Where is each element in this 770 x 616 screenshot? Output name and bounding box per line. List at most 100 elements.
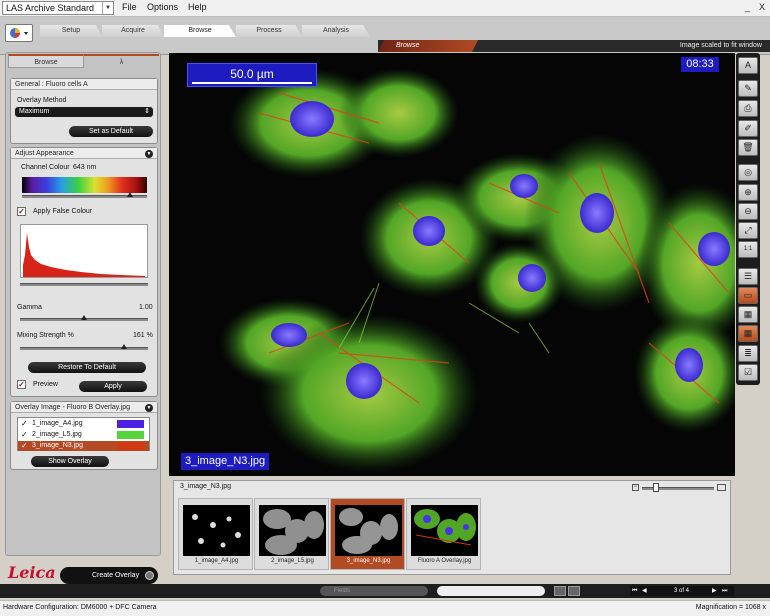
gamma-label: Gamma [17, 304, 42, 311]
create-overlay-button[interactable]: Create Overlay [60, 567, 158, 584]
thumbnail-image [183, 505, 250, 556]
mixing-slider-thumb[interactable] [120, 344, 127, 349]
tab-process[interactable]: Process [236, 25, 302, 37]
overlay-color-swatch[interactable] [117, 420, 144, 428]
close-button[interactable]: X [759, 2, 765, 12]
scale-bar-label: 50.0 µm [230, 67, 274, 81]
gamma-slider-thumb[interactable] [81, 315, 87, 320]
list-item-selected[interactable]: ✓ 3_image_N3.jpg [18, 441, 149, 451]
rename-icon[interactable]: ✐ [738, 120, 758, 137]
collapse-icon[interactable]: ▼ [145, 404, 153, 412]
histogram-range-slider[interactable] [20, 283, 148, 286]
chevron-down-icon: ▼ [102, 2, 113, 14]
adjust-appearance-group: Adjust Appearance ▼ Channel Colour 643 n… [10, 147, 158, 397]
timestamp: 08:33 [681, 57, 719, 72]
actual-size-icon[interactable]: 1:1 [738, 241, 758, 258]
fit-icon[interactable]: ◎ [738, 164, 758, 181]
thumbnail-size-thumb[interactable] [653, 483, 660, 492]
thumbnail-image [411, 505, 478, 556]
expand-icon[interactable]: ⤢ [738, 222, 758, 239]
mixing-slider[interactable] [20, 347, 148, 350]
print-icon[interactable]: ⎙ [738, 100, 758, 117]
report-icon[interactable]: ≣ [738, 345, 758, 362]
list-item[interactable]: ✓ 1_image_A4.jpg [18, 419, 149, 429]
thumbnail-label: 3_image_N3.jpg [346, 558, 391, 564]
hardware-config: Hardware Configuration: DM6000 + DFC Cam… [3, 604, 157, 611]
settings-menu-button[interactable] [5, 24, 33, 42]
general-group: General : Fluoro cells A Overlay Method … [10, 78, 158, 144]
channel-colour-spectrum[interactable] [22, 177, 147, 193]
thumbnail-image [335, 505, 402, 556]
collapse-icon[interactable]: ▼ [145, 150, 153, 158]
page-indicator: 3 of 4 [674, 588, 690, 594]
overlay-item-name: 2_image_L5.jpg [32, 431, 82, 438]
save-icon[interactable] [554, 586, 566, 596]
tab-lambda[interactable]: λ [84, 54, 159, 68]
thumbnail-4[interactable]: Fluoro A Overlay.jpg [406, 498, 481, 570]
overlay-color-swatch[interactable] [117, 442, 144, 450]
menu-options[interactable]: Options [147, 2, 178, 12]
apply-button[interactable]: Apply [79, 381, 147, 392]
record-icon [145, 571, 154, 580]
app-selector[interactable]: LAS Archive Standard ▼ [2, 1, 114, 15]
tab-analysis[interactable]: Analysis [302, 25, 370, 37]
image-viewer[interactable]: 50.0 µm 08:33 3_image_N3.jpg [169, 53, 759, 476]
annotate-text-icon[interactable]: A [738, 57, 758, 74]
previous-page-icon[interactable]: ◀ [642, 586, 647, 596]
tab-browse[interactable]: Browse [164, 25, 236, 37]
overlay-method-select[interactable]: Maximum ⇕ [15, 107, 153, 117]
grid-size-icon[interactable] [717, 484, 726, 491]
minimize-button[interactable]: _ [745, 2, 750, 12]
zoom-out-icon[interactable]: ⊖ [738, 203, 758, 220]
last-page-icon[interactable]: ⏭ [722, 586, 727, 596]
zoom-in-icon[interactable]: ⊕ [738, 184, 758, 201]
scale-bar-line [192, 82, 312, 84]
menu-help[interactable]: Help [188, 2, 207, 12]
filter-select[interactable]: Fields [320, 586, 428, 596]
preview-checkbox[interactable]: ✓ [17, 380, 26, 389]
overlay-group: Overlay Image - Fluoro B Overlay.jpg ▼ ✓… [10, 401, 158, 470]
single-view-icon[interactable]: ▭ [738, 287, 758, 304]
thumbnail-1[interactable]: 1_image_A4.jpg [178, 498, 253, 570]
overlay-color-swatch[interactable] [117, 431, 144, 439]
show-overlay-button[interactable]: Show Overlay [31, 456, 109, 467]
status-bar: Hardware Configuration: DM6000 + DFC Cam… [0, 600, 770, 616]
grid-view-icon[interactable]: ▦ [738, 325, 758, 342]
menu-bar: LAS Archive Standard ▼ File Options Help … [0, 0, 770, 17]
edit-icon[interactable]: ✎ [738, 80, 758, 97]
image-name-label: 3_image_N3.jpg [181, 453, 270, 470]
list-view-icon[interactable]: ☰ [738, 268, 758, 285]
chevron-updown-icon: ⇕ [144, 108, 150, 115]
appearance-title: Adjust Appearance [11, 148, 157, 159]
thumbnail-label: 2_image_L5.jpg [271, 558, 314, 564]
tab-browse-panel[interactable]: Browse [8, 54, 84, 68]
first-page-icon[interactable]: ⏮ [632, 586, 637, 596]
checklist-icon[interactable]: ☑ [738, 364, 758, 381]
filter-placeholder: Fields [334, 588, 351, 594]
zoom-out-icon[interactable]: − [632, 484, 639, 491]
tab-acquire[interactable]: Acquire [102, 25, 164, 37]
list-item[interactable]: ✓ 2_image_L5.jpg [18, 430, 149, 440]
thumbnail-label: Fluoro A Overlay.jpg [417, 558, 472, 564]
overlay-method-label: Overlay Method [17, 97, 67, 104]
tab-setup[interactable]: Setup [40, 25, 102, 37]
search-input[interactable] [437, 586, 545, 596]
menu-file[interactable]: File [122, 2, 137, 12]
next-page-icon[interactable]: ▶ [712, 586, 717, 596]
thumbnail-3[interactable]: 3_image_N3.jpg [330, 498, 405, 570]
check-icon: ✓ [21, 430, 28, 439]
set-default-button[interactable]: Set as Default [69, 126, 153, 137]
false-colour-checkbox[interactable]: ✓ [17, 207, 26, 216]
overlay-list: ✓ 1_image_A4.jpg ✓ 2_image_L5.jpg ✓ 3_im… [17, 417, 150, 451]
table-view-icon[interactable]: ▦ [738, 306, 758, 323]
magnification: Magnification = 1068 x [695, 604, 766, 611]
restore-default-button[interactable]: Restore To Default [28, 362, 146, 373]
histogram-plot [23, 233, 145, 277]
thumbnail-2[interactable]: 2_image_L5.jpg [254, 498, 329, 570]
channel-wavelength: 643 nm [73, 164, 97, 171]
thumbnail-label: 1_image_A4.jpg [194, 558, 239, 564]
channel-slider-thumb[interactable] [126, 192, 133, 197]
settings-icon[interactable] [568, 586, 580, 596]
delete-icon[interactable]: 🗑 [738, 139, 758, 156]
false-colour-label: Apply False Colour [33, 208, 93, 215]
